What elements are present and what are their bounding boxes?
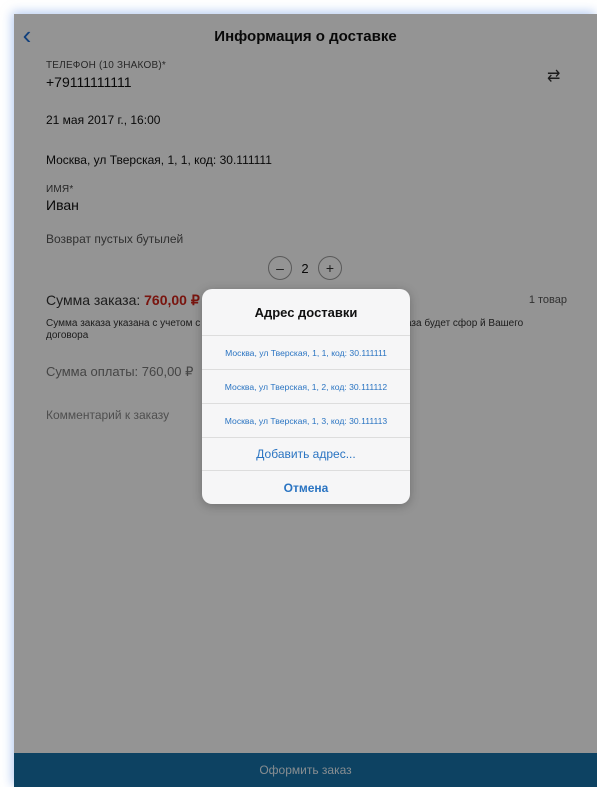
address-action-sheet: Адрес доставки Москва, ул Тверская, 1, 1… [202, 289, 410, 504]
address-option[interactable]: Москва, ул Тверская, 1, 2, код: 30.11111… [202, 370, 410, 404]
app-frame: ‹ Информация о доставке ТЕЛЕФОН (10 ЗНАК… [14, 14, 597, 787]
address-option[interactable]: Москва, ул Тверская, 1, 1, код: 30.11111… [202, 336, 410, 370]
cancel-button[interactable]: Отмена [202, 471, 410, 504]
sheet-title: Адрес доставки [202, 289, 410, 336]
address-option[interactable]: Москва, ул Тверская, 1, 3, код: 30.11111… [202, 404, 410, 438]
add-address-button[interactable]: Добавить адрес... [202, 438, 410, 471]
